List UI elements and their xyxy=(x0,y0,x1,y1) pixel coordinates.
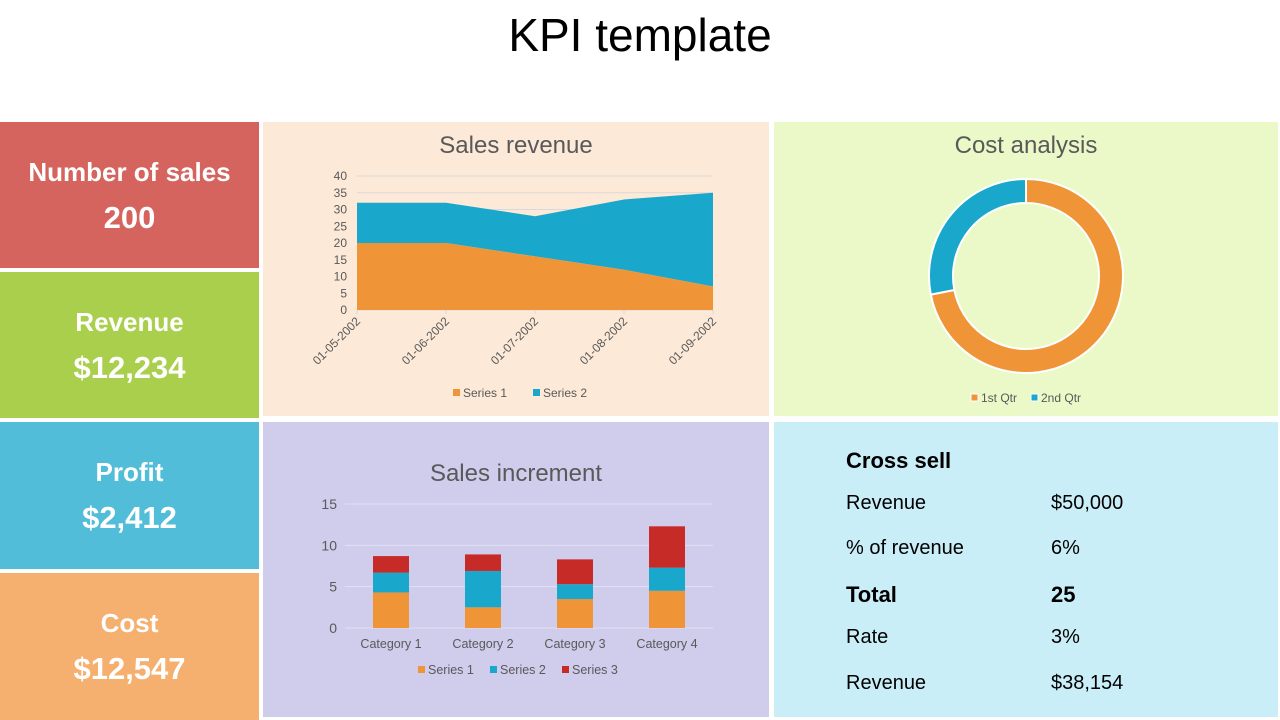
legend-label: Series 1 xyxy=(463,386,507,400)
kpi-label: Cost xyxy=(100,608,159,638)
y-tick-label: 10 xyxy=(321,537,337,553)
cross-sell-label: % of revenue xyxy=(846,537,964,559)
y-tick-label: 0 xyxy=(329,620,337,636)
legend-label: Series 2 xyxy=(500,663,546,677)
x-tick-label: Category 2 xyxy=(452,637,513,651)
legend-swatch xyxy=(490,666,497,673)
sales-increment-panel: Sales increment 0 5 10 15 Category 1 Category… xyxy=(263,422,769,717)
x-tick-label: 01-08-2002 xyxy=(577,314,631,368)
legend-swatch xyxy=(562,666,569,673)
donut-slice-2nd-qtr xyxy=(928,177,1027,296)
cross-sell-label: Total xyxy=(846,582,897,607)
page-title: KPI template xyxy=(508,9,772,61)
bar-segment xyxy=(649,526,685,568)
x-tick-label: Category 1 xyxy=(360,637,421,651)
legend-label: Series 1 xyxy=(428,663,474,677)
kpi-profit: Profit $2,412 xyxy=(0,422,259,569)
legend-swatch xyxy=(1030,393,1039,402)
x-tick-label: 01-07-2002 xyxy=(488,314,542,368)
cross-sell-title: Cross sell xyxy=(846,448,952,473)
kpi-cost: Cost $12,547 xyxy=(0,573,259,720)
cross-sell-value: 6% xyxy=(1051,537,1080,559)
kpi-value: $12,547 xyxy=(73,651,186,686)
sales-increment-chart: 0 5 10 15 Category 1 Category 2 Category 3 Cate… xyxy=(321,496,713,677)
legend-label: 2nd Qtr xyxy=(1041,391,1081,405)
y-tick-label: 0 xyxy=(340,303,347,317)
cross-sell-value: $38,154 xyxy=(1051,672,1124,694)
cross-sell-label: Rate xyxy=(846,626,889,648)
bar-segment xyxy=(465,570,501,608)
bar-segment xyxy=(373,572,409,593)
bar-segment xyxy=(649,590,685,628)
kpi-number-of-sales: Number of sales 200 xyxy=(0,122,259,268)
y-tick-label: 10 xyxy=(334,270,348,284)
kpi-revenue: Revenue $12,234 xyxy=(0,272,259,418)
cross-sell-value: 25 xyxy=(1051,582,1076,607)
kpi-label: Profit xyxy=(95,457,164,487)
legend-label: Series 2 xyxy=(543,386,587,400)
y-tick-label: 15 xyxy=(334,253,348,267)
x-tick-label: Category 3 xyxy=(544,637,605,651)
cross-sell-panel: Cross sell Revenue $50,000 % of revenue 6% T… xyxy=(774,422,1278,717)
x-tick-label: 01-09-2002 xyxy=(666,314,720,368)
x-tick-label: 01-06-2002 xyxy=(399,314,453,368)
legend-swatch xyxy=(418,666,425,673)
cross-sell-label: Revenue xyxy=(846,672,927,694)
bar-segment xyxy=(557,584,593,600)
kpi-label: Number of sales xyxy=(28,157,231,187)
y-tick-label: 5 xyxy=(329,579,337,595)
cost-analysis-chart: 1st Qtr 2nd Qtr xyxy=(928,177,1124,405)
bar-segment xyxy=(465,554,501,571)
kpi-label: Revenue xyxy=(75,307,184,337)
sales-revenue-chart: 0 5 10 15 20 25 30 35 40 01-05-2002 01-06-2002 01-0… xyxy=(310,169,720,400)
y-tick-label: 25 xyxy=(334,219,348,233)
legend-label: 1st Qtr xyxy=(981,391,1017,405)
y-tick-label: 40 xyxy=(334,169,348,183)
cost-analysis-panel: Cost analysis 1st Qtr 2nd Qtr xyxy=(774,122,1278,416)
legend-swatch xyxy=(533,389,540,396)
cross-sell-label: Revenue xyxy=(846,492,927,514)
bar-segment xyxy=(557,559,593,585)
cross-sell-value: 3% xyxy=(1051,626,1080,648)
kpi-value: $2,412 xyxy=(82,500,177,535)
bar-segment xyxy=(373,592,409,628)
sales-revenue-panel: Sales revenue 0 5 10 15 20 25 30 35 40 01-05-2002… xyxy=(263,122,769,416)
x-tick-label: 01-05-2002 xyxy=(310,314,364,368)
y-tick-label: 35 xyxy=(334,186,348,200)
legend-label: Series 3 xyxy=(572,663,618,677)
legend-swatch xyxy=(453,389,460,396)
bar-segment xyxy=(557,599,593,628)
y-tick-label: 30 xyxy=(334,203,348,217)
legend-swatch xyxy=(970,393,979,402)
y-tick-label: 15 xyxy=(321,496,337,512)
kpi-value: 200 xyxy=(103,200,156,235)
x-tick-label: Category 4 xyxy=(636,637,697,651)
kpi-value: $12,234 xyxy=(73,350,186,385)
bar-segment xyxy=(649,567,685,591)
y-tick-label: 20 xyxy=(334,236,348,250)
cross-sell-value: $50,000 xyxy=(1051,492,1124,514)
bar-segment xyxy=(373,556,409,573)
y-tick-label: 5 xyxy=(340,286,347,300)
bar-segment xyxy=(465,607,501,628)
